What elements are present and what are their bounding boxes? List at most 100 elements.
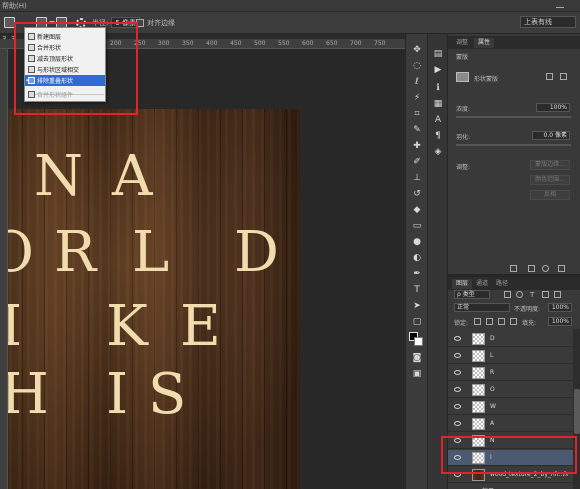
canvas-letter: I (106, 362, 129, 427)
density-slider[interactable] (456, 116, 571, 118)
layer-name: L (490, 352, 494, 359)
tab-adjustments[interactable]: 调整 (452, 38, 472, 48)
layer-thumbnail (472, 350, 485, 362)
layer-name: O (490, 386, 495, 393)
layer-thumbnail (472, 367, 485, 379)
ruler-number: 350 (182, 40, 194, 47)
eye-icon[interactable] (454, 336, 461, 341)
info-panel-icon[interactable]: ℹ (432, 82, 444, 93)
color-range-button[interactable]: 颜色范围... (530, 175, 570, 185)
move-tool-icon[interactable]: ✥ (411, 44, 423, 55)
opacity-label: 不透明度: (514, 306, 541, 313)
eye-icon[interactable] (454, 404, 461, 409)
gradient-tool-icon[interactable]: ▭ (411, 220, 423, 231)
mask-thumbnail (456, 72, 469, 82)
tab-paths[interactable]: 路径 (492, 279, 512, 289)
filter-adjustment-icon[interactable] (516, 291, 523, 298)
quick-mask-icon[interactable]: ◙ (411, 352, 423, 363)
visibility-icon[interactable] (542, 265, 549, 272)
filter-pixel-icon[interactable] (504, 291, 511, 298)
ruler-number: 750 (374, 40, 386, 47)
filter-smart-object-icon[interactable] (554, 291, 561, 298)
pixel-mask-icon[interactable] (546, 73, 553, 80)
dodge-tool-icon[interactable]: ◐ (411, 252, 423, 263)
density-label: 浓度: (456, 106, 471, 113)
eye-icon[interactable] (454, 387, 461, 392)
layer-row-d[interactable]: D (448, 331, 573, 347)
canvas-letter: R (54, 220, 97, 285)
lock-transparent-icon[interactable] (474, 318, 481, 325)
lock-position-icon[interactable] (498, 318, 505, 325)
align-edges-option[interactable]: 对齐边缘 (136, 16, 175, 29)
canvas-letter: E (180, 294, 221, 359)
highlight-box-layer (441, 436, 577, 474)
lock-image-icon[interactable] (486, 318, 493, 325)
filter-type-icon[interactable]: T (530, 291, 534, 299)
canvas-area[interactable]: N A O R L D I K E H I S (8, 49, 405, 489)
history-brush-icon[interactable]: ↺ (411, 188, 423, 199)
layer-effects-row[interactable]: 效果 (448, 484, 573, 489)
apply-mask-icon[interactable] (528, 265, 535, 272)
path-selection-icon[interactable]: ➤ (411, 300, 423, 311)
shape-tool-icon[interactable]: ▢ (411, 316, 423, 327)
pen-tool-icon[interactable]: ✒ (411, 268, 423, 279)
background-color-swatch[interactable] (414, 337, 423, 346)
opacity-input[interactable]: 100% (548, 303, 572, 312)
help-menu[interactable]: 帮助(H) (2, 1, 27, 11)
right-panel-dock: 调整 属性 蒙版 形状蒙版 浓度: 100% 羽化: 0.0 像素 调整: 蒙版… (447, 34, 580, 489)
layer-thumbnail (472, 333, 485, 345)
vector-mask-icon[interactable] (560, 73, 567, 80)
layer-filter-select[interactable]: ρ 类型 (454, 290, 490, 299)
history-panel-icon[interactable]: ▤ (432, 48, 444, 59)
swatches-panel-icon[interactable]: ▦ (432, 98, 444, 109)
healing-brush-icon[interactable]: ✚ (411, 140, 423, 151)
blur-tool-icon[interactable]: ● (411, 236, 423, 247)
magic-wand-icon[interactable]: ⚡ (411, 92, 423, 103)
selection-from-mask-icon[interactable] (510, 265, 517, 272)
crop-tool-icon[interactable]: ⌗ (411, 108, 423, 119)
align-edges-label: 对齐边缘 (147, 18, 175, 27)
minimize-icon[interactable] (556, 2, 564, 8)
delete-mask-icon[interactable] (558, 265, 565, 272)
mask-edge-button[interactable]: 蒙版边缘... (530, 160, 570, 170)
tab-properties[interactable]: 属性 (474, 38, 495, 48)
styles-panel-icon[interactable]: ◈ (432, 146, 444, 157)
invert-button[interactable]: 反相 (530, 190, 570, 200)
photoshop-window: 帮助(H) 半径: 5 像素 对齐边缘 上表有线 3, 3 (0, 0, 580, 489)
tab-layers[interactable]: 图层 (452, 279, 473, 289)
eye-icon[interactable] (454, 353, 461, 358)
workspace-select[interactable]: 上表有线 (520, 16, 576, 28)
layer-row-w[interactable]: W (448, 399, 573, 415)
character-panel-icon[interactable]: A (432, 114, 444, 125)
layers-scrollbar-thumb[interactable] (574, 389, 580, 434)
lasso-tool-icon[interactable]: ℓ (411, 76, 423, 87)
lock-all-icon[interactable] (510, 318, 517, 325)
eyedropper-icon[interactable]: ✎ (411, 124, 423, 135)
layers-panel-tabs: 图层 通道 路径 (448, 277, 580, 290)
clone-stamp-icon[interactable]: ⊥ (411, 172, 423, 183)
tab-channels[interactable]: 通道 (472, 279, 492, 289)
filter-shape-icon[interactable] (542, 291, 549, 298)
paragraph-panel-icon[interactable]: ¶ (432, 130, 444, 141)
screen-mode-icon[interactable]: ▣ (411, 368, 423, 379)
layer-row-r[interactable]: R (448, 365, 573, 381)
refine-label: 调整: (456, 164, 471, 171)
type-tool-icon[interactable]: T (411, 284, 423, 295)
ruler-number: 500 (254, 40, 266, 47)
layer-row-o[interactable]: O (448, 382, 573, 398)
layer-name: W (490, 403, 496, 410)
eye-icon[interactable] (454, 421, 461, 426)
eraser-tool-icon[interactable]: ◆ (411, 204, 423, 215)
feather-input[interactable]: 0.0 像素 (532, 131, 570, 140)
layer-row-a[interactable]: A (448, 416, 573, 432)
marquee-tool-icon[interactable]: ◌ (411, 60, 423, 71)
eye-icon[interactable] (454, 370, 461, 375)
layer-row-l[interactable]: L (448, 348, 573, 364)
feather-slider[interactable] (456, 144, 571, 146)
density-input[interactable]: 100% (536, 103, 570, 112)
tools-panel: ✥ ◌ ℓ ⚡ ⌗ ✎ ✚ ✐ ⊥ ↺ ◆ ▭ ● ◐ ✒ T ➤ ▢ ◙ ▣ (405, 34, 427, 489)
brush-tool-icon[interactable]: ✐ (411, 156, 423, 167)
actions-panel-icon[interactable]: ▶ (432, 64, 444, 75)
fill-input[interactable]: 100% (548, 317, 572, 326)
blend-mode-select[interactable]: 正常 (454, 303, 510, 312)
